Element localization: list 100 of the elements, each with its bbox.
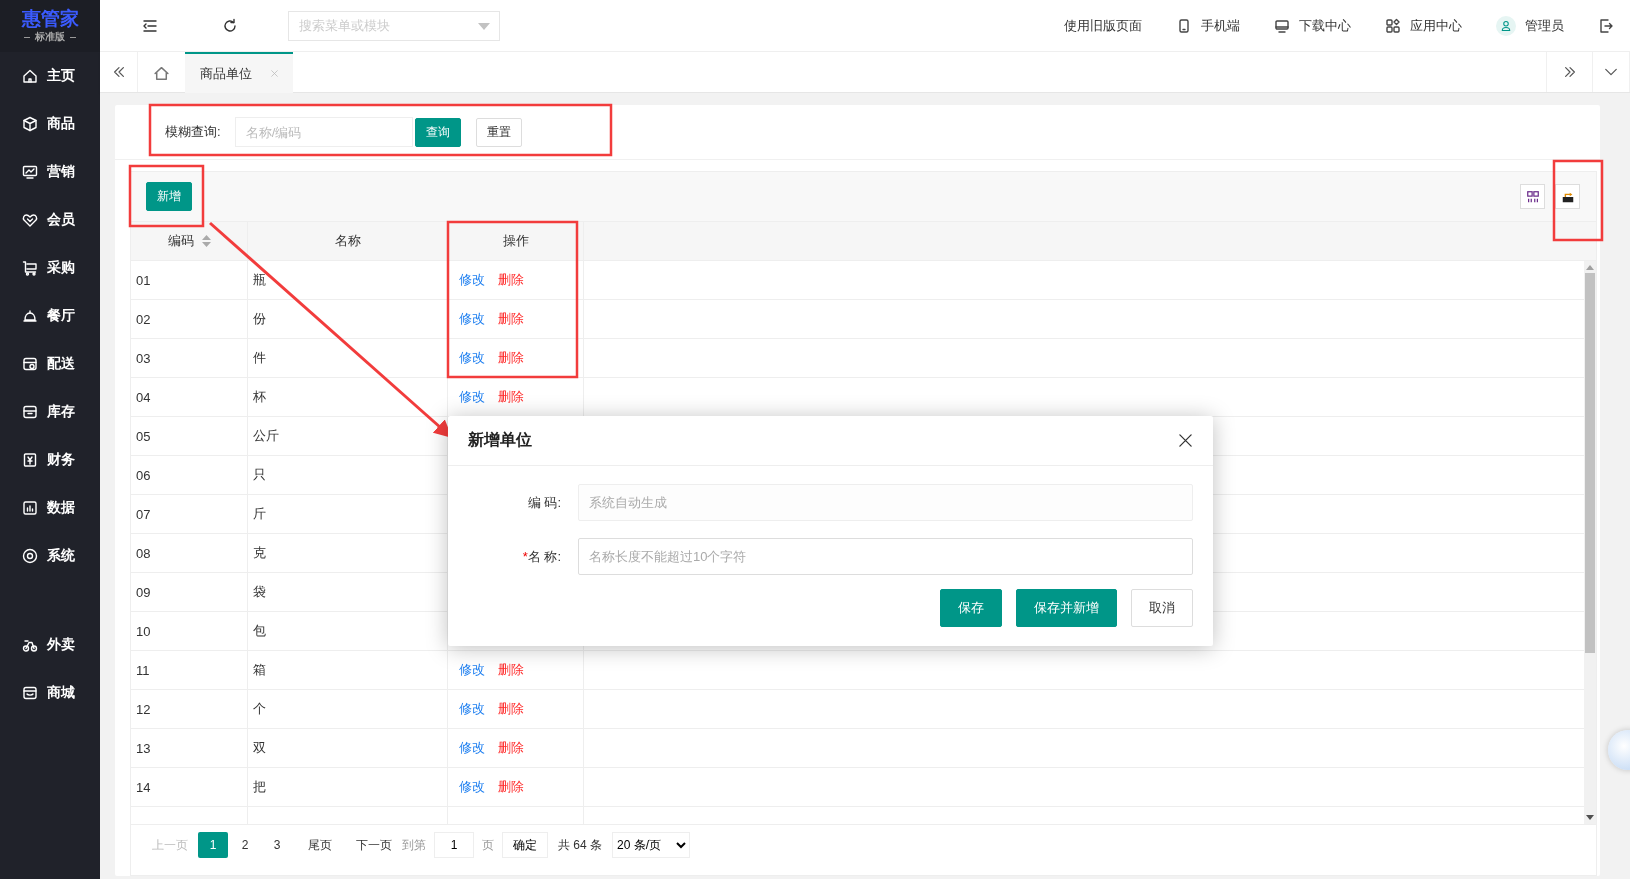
filter-label: 模糊查询: <box>165 123 221 141</box>
sidebar-item[interactable]: 营销 <box>0 148 100 196</box>
last-page-link[interactable]: 尾页 <box>299 836 341 854</box>
table-cell: 杯 <box>248 378 448 416</box>
field-label: 编 码: <box>526 493 562 512</box>
caret-icon <box>478 22 490 30</box>
table-cell: 个 <box>248 690 448 728</box>
delete-link[interactable]: 删除 <box>498 661 524 679</box>
table-cell: 瓶 <box>248 261 448 299</box>
goto-label: 到第 <box>401 836 427 854</box>
reset-button[interactable]: 重置 <box>475 117 522 147</box>
sidebar-item[interactable]: 商品 <box>0 100 100 148</box>
table-cell: 14 <box>131 768 248 806</box>
sidebar-item[interactable]: 会员 <box>0 196 100 244</box>
tab[interactable]: 商品单位 <box>185 52 293 93</box>
double-right-icon <box>1562 65 1577 79</box>
delete-link[interactable]: 删除 <box>498 700 524 718</box>
column-header: 名称 <box>334 232 361 250</box>
table-cell: 07 <box>131 495 248 533</box>
edit-link[interactable]: 修改 <box>459 271 485 289</box>
home-icon <box>22 68 38 84</box>
delete-link[interactable]: 删除 <box>498 310 524 328</box>
cancel-button[interactable]: 取消 <box>1131 589 1193 627</box>
next-page-link[interactable]: 下一页 <box>347 836 394 854</box>
total-count: 共 64 条 <box>557 836 603 854</box>
cart-icon <box>22 260 38 276</box>
top-link[interactable]: 应用中心 <box>1385 16 1462 35</box>
page-button[interactable]: 2 <box>230 832 260 858</box>
sort-icon[interactable] <box>201 235 211 247</box>
edit-link[interactable]: 修改 <box>459 388 485 406</box>
export-button[interactable] <box>1555 184 1580 209</box>
table-cell: 13 <box>131 729 248 767</box>
sidebar-item[interactable]: 系统 <box>0 532 100 580</box>
avatar-icon <box>1496 15 1516 36</box>
column-header: 编码 <box>167 232 194 250</box>
table-cell: 箱 <box>248 651 448 689</box>
heart-icon <box>22 212 38 228</box>
refresh-icon[interactable] <box>222 17 238 34</box>
edit-link[interactable]: 修改 <box>459 700 485 718</box>
sidebar-item[interactable]: 财务 <box>0 436 100 484</box>
sidebar-item[interactable]: 外卖 <box>0 621 100 669</box>
table-cell: 件 <box>248 339 448 377</box>
edit-link[interactable]: 修改 <box>459 778 485 796</box>
delete-link[interactable]: 删除 <box>498 349 524 367</box>
scroll-down-icon[interactable] <box>1586 815 1594 820</box>
delete-link[interactable]: 删除 <box>498 778 524 796</box>
save-button[interactable]: 保存 <box>940 589 1002 627</box>
sidebar-item[interactable]: 库存 <box>0 388 100 436</box>
double-left-icon <box>111 65 126 79</box>
columns-button[interactable] <box>1520 184 1545 209</box>
page-input[interactable]: 1 <box>434 832 474 858</box>
home-icon <box>153 65 170 82</box>
phone-icon <box>1176 17 1192 34</box>
search-button[interactable]: 查询 <box>414 117 461 147</box>
table-cell: 双 <box>248 729 448 767</box>
sidebar-item[interactable]: 配送 <box>0 340 100 388</box>
table-cell: 11 <box>131 651 248 689</box>
sidebar-item[interactable]: 餐厅 <box>0 292 100 340</box>
table-cell: 03 <box>131 339 248 377</box>
menu-icon[interactable] <box>142 17 158 34</box>
top-link[interactable]: 下载中心 <box>1274 16 1351 35</box>
table-cell: 01 <box>131 261 248 299</box>
search-field[interactable]: 名称/编码 <box>234 117 413 147</box>
logout-icon[interactable] <box>1598 17 1614 34</box>
edition-label: 标准版 <box>35 30 65 44</box>
save-and-add-button[interactable]: 保存并新增 <box>1016 589 1117 627</box>
top-link[interactable]: 手机端 <box>1176 16 1240 35</box>
scroll-up-icon[interactable] <box>1586 265 1594 270</box>
delete-link[interactable]: 删除 <box>498 271 524 289</box>
bike-icon <box>22 637 38 653</box>
delete-link[interactable]: 删除 <box>498 739 524 757</box>
apps-icon <box>1385 17 1401 34</box>
bar-chart-icon <box>22 500 38 516</box>
edit-link[interactable]: 修改 <box>459 739 485 757</box>
confirm-button[interactable]: 确定 <box>502 832 548 858</box>
edit-link[interactable]: 修改 <box>459 349 485 367</box>
input-field[interactable]: 名称长度不能超过10个字符 <box>578 538 1193 575</box>
sidebar-item[interactable]: 采购 <box>0 244 100 292</box>
sidebar-item[interactable]: 数据 <box>0 484 100 532</box>
page-size-select[interactable]: 20 条/页 <box>612 832 690 858</box>
field-label: *名 称: <box>521 547 562 566</box>
delete-link[interactable]: 删除 <box>498 388 524 406</box>
sidebar-item[interactable]: 商城 <box>0 669 100 717</box>
table-cell: 份 <box>248 300 448 338</box>
table-cell: 04 <box>131 378 248 416</box>
logo: 惠管家 <box>21 8 79 30</box>
close-icon[interactable] <box>1178 433 1193 448</box>
top-link[interactable]: 管理员 <box>1496 15 1564 36</box>
table-cell: 02 <box>131 300 248 338</box>
page-button[interactable]: 1 <box>198 832 228 858</box>
scrollbar[interactable] <box>1584 261 1596 824</box>
table-cell: 12 <box>131 690 248 728</box>
page-button[interactable]: 3 <box>262 832 292 858</box>
chart-icon <box>22 164 38 180</box>
sidebar-item[interactable]: 主页 <box>0 52 100 100</box>
edit-link[interactable]: 修改 <box>459 661 485 679</box>
edit-link[interactable]: 修改 <box>459 310 485 328</box>
box-icon <box>22 404 38 420</box>
top-link[interactable]: 使用旧版页面 <box>1064 16 1142 35</box>
add-button[interactable]: 新增 <box>146 182 192 211</box>
